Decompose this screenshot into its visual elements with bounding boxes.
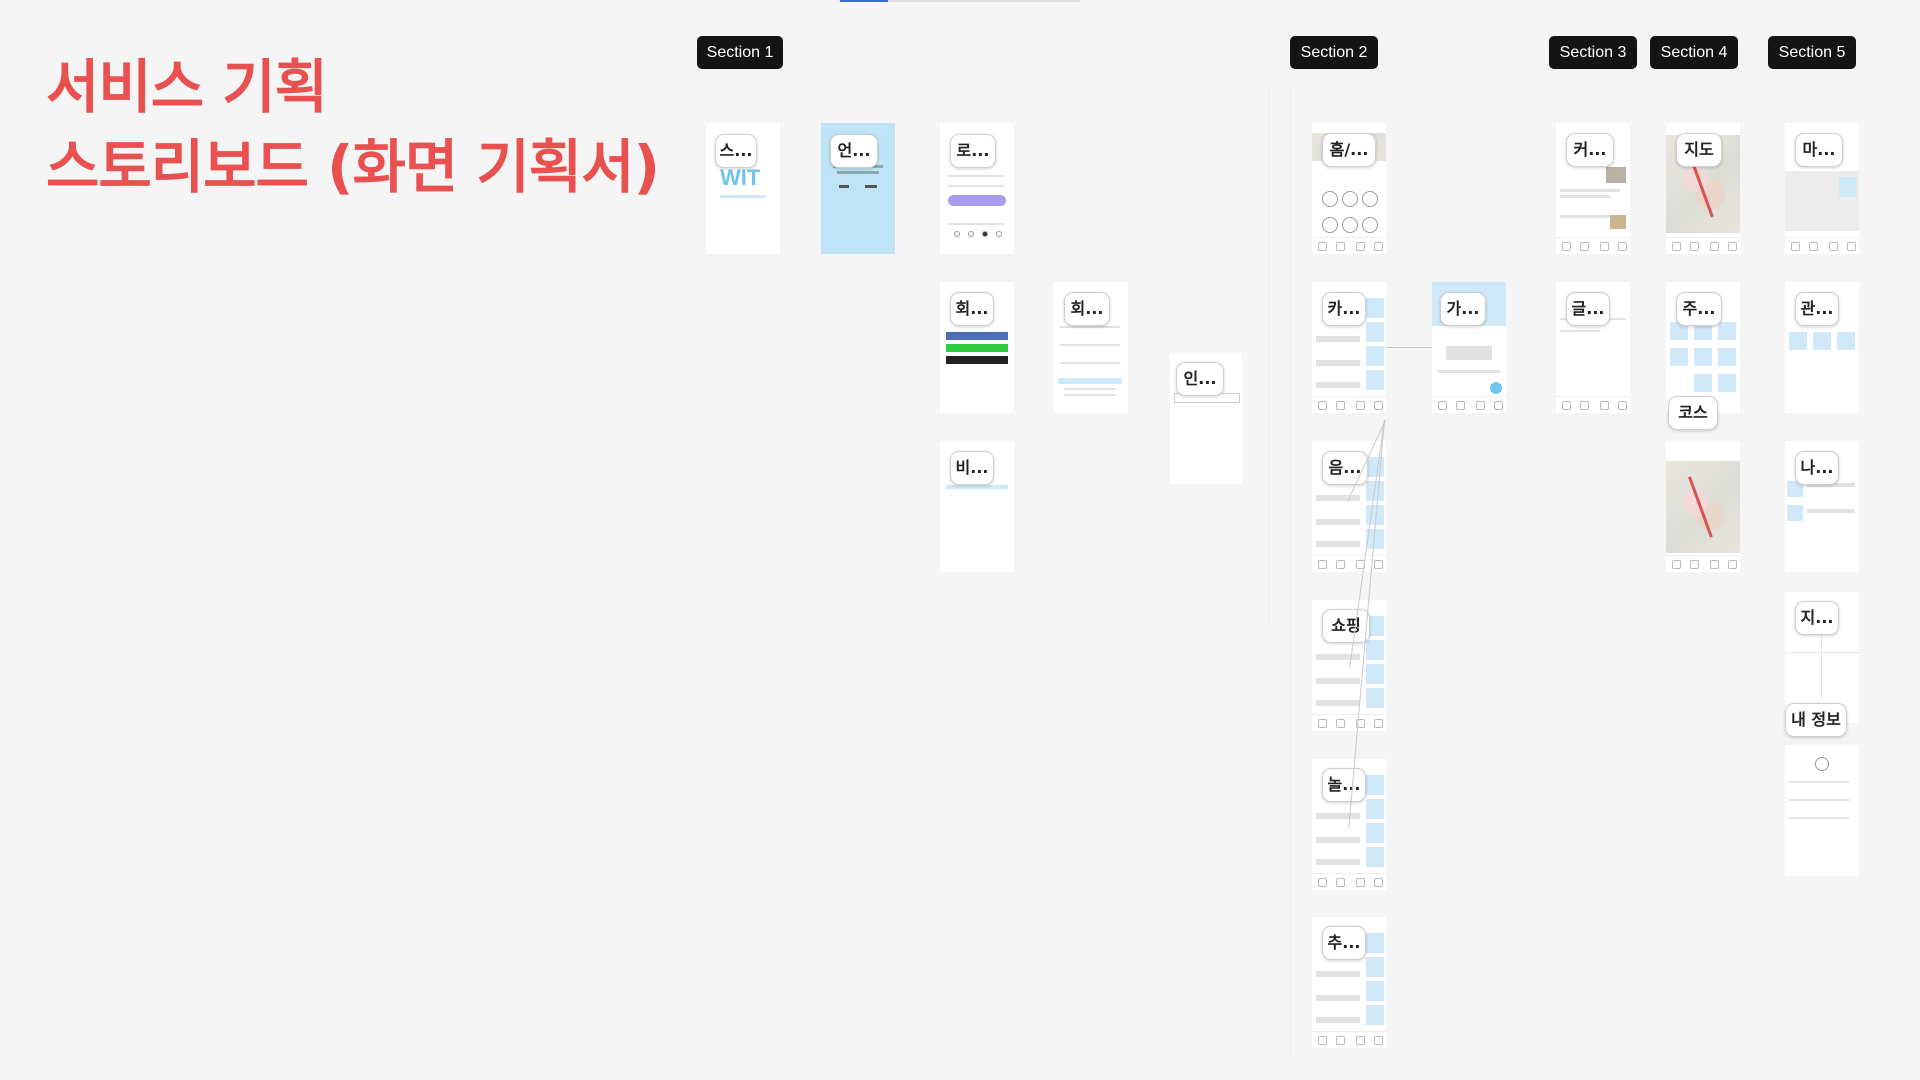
- canvas-title-line2: 스토리보드 (화면 기획서): [46, 133, 660, 201]
- screen-chip-home[interactable]: 홈/...: [1322, 133, 1376, 167]
- section-4-label[interactable]: Section 4: [1650, 36, 1738, 69]
- screen-chip-splash[interactable]: 스...: [715, 134, 757, 168]
- tab-bar[interactable]: [1312, 396, 1386, 413]
- screen-chip-shopping-list[interactable]: 쇼핑: [1322, 609, 1370, 643]
- section-2-label[interactable]: Section 2: [1290, 36, 1378, 69]
- screen-chip-signup-method[interactable]: 회...: [950, 292, 994, 326]
- wit-logo: WIT: [720, 165, 761, 190]
- screen-chip-password-reset[interactable]: 비...: [950, 451, 994, 485]
- social-login-button[interactable]: [946, 332, 1008, 340]
- screen-chip-mypage[interactable]: 마...: [1795, 133, 1843, 167]
- canvas-title-line1: 서비스 기획: [46, 53, 328, 121]
- screen-chip-language[interactable]: 언...: [830, 134, 878, 168]
- screen-chip-cafe-list[interactable]: 카...: [1322, 292, 1366, 326]
- section-5-label[interactable]: Section 5: [1768, 36, 1856, 69]
- screen-chip-my-info[interactable]: 내 정보: [1785, 703, 1847, 737]
- tab-bar[interactable]: [1666, 237, 1740, 254]
- tab-bar[interactable]: [1556, 237, 1630, 254]
- login-button[interactable]: [948, 195, 1006, 206]
- loading-bar: [720, 195, 766, 198]
- section-3-label[interactable]: Section 3: [1549, 36, 1637, 69]
- screen-chip-nearby[interactable]: 주...: [1676, 292, 1722, 326]
- social-login-button[interactable]: [946, 356, 1008, 364]
- tab-bar[interactable]: [1785, 237, 1859, 254]
- screen-chip-community[interactable]: 커...: [1566, 133, 1614, 167]
- screen-chip-my-reviews[interactable]: 나...: [1795, 451, 1839, 485]
- screen-course[interactable]: [1666, 441, 1740, 572]
- tab-bar[interactable]: [1432, 396, 1506, 413]
- tab-bar[interactable]: [1312, 714, 1386, 731]
- screen-chip-food-list[interactable]: 음...: [1322, 451, 1368, 485]
- section-divider: [1268, 86, 1269, 626]
- screen-chip-store-detail[interactable]: 가...: [1440, 292, 1486, 326]
- tab-bar[interactable]: [1312, 555, 1386, 572]
- screen-chip-auth[interactable]: 인...: [1176, 362, 1224, 396]
- screen-chip-login[interactable]: 로...: [950, 134, 996, 168]
- tab-bar[interactable]: [1312, 237, 1386, 254]
- tab-bar[interactable]: [1556, 396, 1630, 413]
- screen-chip-signup-form[interactable]: 회...: [1064, 292, 1110, 326]
- section-divider: [1290, 86, 1291, 1056]
- tab-bar[interactable]: [1666, 555, 1740, 572]
- screen-chip-points[interactable]: 지...: [1795, 601, 1839, 635]
- screen-chip-recommend-list[interactable]: 추...: [1322, 926, 1366, 960]
- screen-chip-course[interactable]: 코스: [1668, 396, 1718, 430]
- screen-chip-play-list[interactable]: 놀...: [1322, 768, 1366, 802]
- figma-canvas[interactable]: 서비스 기획 스토리보드 (화면 기획서) Section 1 Section …: [0, 0, 1920, 1080]
- social-login-button[interactable]: [946, 344, 1008, 352]
- tab-bar[interactable]: [1312, 1031, 1386, 1048]
- screen-chip-post-write[interactable]: 글...: [1566, 292, 1610, 326]
- flow-connector: [1386, 347, 1432, 348]
- screen-my-info[interactable]: [1785, 745, 1859, 876]
- screen-chip-map[interactable]: 지도: [1676, 133, 1722, 167]
- section-1-label[interactable]: Section 1: [697, 36, 783, 69]
- tab-bar[interactable]: [1312, 873, 1386, 890]
- horizontal-scrollbar-thumb[interactable]: [840, 0, 888, 2]
- screen-chip-interest[interactable]: 관...: [1795, 292, 1839, 326]
